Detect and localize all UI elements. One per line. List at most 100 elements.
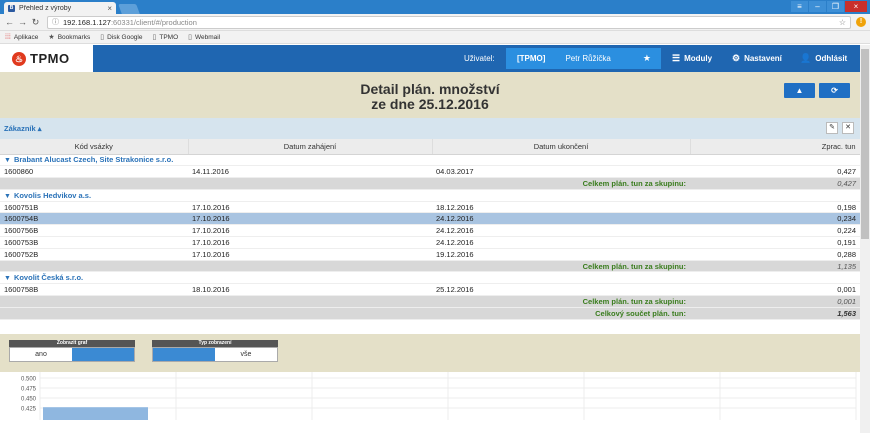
show-chart-control: Zobrazit graf ano [9, 339, 135, 362]
chart-bar[interactable] [43, 406, 148, 420]
bookmark-label: TPMO [159, 33, 179, 41]
page-icon: ▯ [152, 34, 157, 41]
group-row[interactable]: ▼ Kovolit Česká s.r.o. [0, 271, 860, 285]
bookmark-label: Disk Google [107, 33, 143, 41]
y-tick-label: 0.475 [21, 386, 37, 392]
table-row[interactable]: 1600752B 17.10.2016 19.12.2016 0,288 [0, 248, 860, 261]
chart-controls: Zobrazit graf ano Typ zobrazení vše [0, 333, 860, 372]
menu-label: Moduly [684, 54, 713, 63]
logo[interactable]: ♨ TPMO [0, 45, 93, 72]
close-icon: ✕ [845, 124, 851, 131]
column-header-code[interactable]: Kód vsázky [0, 139, 189, 155]
cell-tons: 0,198 [690, 201, 860, 214]
window-close-icon[interactable]: × [845, 1, 867, 12]
group-name: Kovolis Hedvikov a.s. [13, 190, 92, 200]
bookmark-disk-google[interactable]: ▯ Disk Google [100, 33, 143, 42]
column-header-tons[interactable]: Zprac. tun [690, 139, 860, 155]
chevron-down-icon: ▼ [4, 275, 11, 283]
cell-end: 04.03.2017 [432, 165, 690, 179]
window-controls: ≡ – ❐ × [791, 1, 867, 12]
table-row[interactable]: 1600860 14.11.2016 04.03.2017 0,427 [0, 165, 860, 179]
view-type-title: Typ zobrazení [152, 339, 278, 347]
address-bar-row: ← → ↻ ⓘ 192.168.1.127:60331/client/#/pro… [0, 14, 870, 31]
group-name: Kovolit Česká s.r.o. [13, 273, 84, 283]
window-menu-icon[interactable]: ≡ [791, 1, 808, 12]
view-type-option-active[interactable] [153, 347, 215, 361]
url-path: /client/#/production [133, 17, 197, 27]
user-label: Uživatel: [464, 54, 495, 63]
group-row[interactable]: ▼ Kovolis Hedvikov a.s. [0, 189, 860, 202]
page-scrollbar[interactable] [860, 45, 870, 433]
cell-code: 1600756B [0, 224, 188, 238]
cell-end: 24.12.2016 [432, 212, 690, 226]
back-icon[interactable]: ← [4, 17, 15, 27]
url-input[interactable]: ⓘ 192.168.1.127:60331/client/#/productio… [47, 15, 851, 29]
bookmark-aplikace[interactable]: ⁞⁞⁞ Aplikace [5, 34, 38, 41]
show-chart-option-active[interactable] [72, 347, 134, 361]
bookmarks-bar: ⁞⁞⁞ Aplikace ★ Bookmarks ▯ Disk Google ▯ TPM… [0, 31, 870, 44]
extension-icon[interactable]: ! [856, 17, 866, 27]
tab-close-icon[interactable]: × [107, 4, 112, 13]
scrollbar-thumb[interactable] [861, 49, 869, 239]
bookmark-bookmarks[interactable]: ★ Bookmarks [48, 33, 90, 42]
table-header-row: Kód vsázky Datum zahájení Datum ukončení… [0, 139, 860, 155]
show-chart-toggle[interactable]: ano [9, 346, 135, 362]
view-type-toggle[interactable]: vše [152, 346, 278, 362]
table-row[interactable]: 1600753B 17.10.2016 24.12.2016 0,191 [0, 236, 860, 249]
menu-moduly[interactable]: ☰ Moduly [672, 45, 712, 72]
pencil-icon: ✎ [829, 124, 835, 131]
gears-icon: ⚙ [732, 53, 741, 63]
maximize-icon[interactable]: ❐ [827, 1, 844, 12]
subtotal-label: Celkem plán. tun za skupinu: [0, 295, 690, 308]
collapse-button[interactable]: ▲ [784, 83, 815, 98]
new-tab-button[interactable] [118, 4, 140, 14]
group-by-customer[interactable]: Zákazník ▴ [4, 124, 42, 133]
browser-tab[interactable]: B Přehled z výroby × [4, 2, 116, 14]
user-info[interactable]: [TPMO] Petr Růžička ★ [506, 48, 661, 69]
show-chart-option-yes[interactable]: ano [10, 348, 72, 361]
table-row-selected[interactable]: 1600754B 17.10.2016 24.12.2016 0,234 [0, 212, 860, 226]
table-row[interactable]: 1600758B 18.10.2016 25.12.2016 0,001 [0, 283, 860, 297]
table-row[interactable]: 1600756B 17.10.2016 24.12.2016 0,224 [0, 224, 860, 238]
refresh-button[interactable]: ⟳ [819, 83, 850, 98]
column-header-end[interactable]: Datum ukončení [432, 139, 691, 155]
chevron-down-icon: ▼ [4, 157, 11, 165]
cell-end: 24.12.2016 [432, 236, 690, 249]
subtotal-value: 0,001 [690, 295, 860, 308]
chevron-down-icon: ▼ [4, 192, 11, 200]
view-type-control: Typ zobrazení vše [152, 339, 278, 362]
cell-tons: 0,191 [690, 236, 860, 249]
subtotal-row: Celkem plán. tun za skupinu: 0,001 [0, 295, 860, 308]
bookmark-tpmo[interactable]: ▯ TPMO [152, 33, 179, 42]
user-name: Petr Růžička [565, 54, 611, 63]
menu-nastaveni[interactable]: ⚙ Nastavení [732, 45, 782, 72]
reload-icon[interactable]: ↻ [30, 17, 41, 28]
table-row[interactable]: 1600751B 17.10.2016 18.12.2016 0,198 [0, 201, 860, 214]
minimize-icon[interactable]: – [809, 1, 826, 12]
cell-start: 17.10.2016 [188, 236, 432, 249]
favorite-star-icon[interactable]: ★ [643, 53, 651, 64]
forward-icon[interactable]: → [17, 17, 28, 27]
spacer [0, 319, 860, 334]
browser-tabstrip: B Přehled z výroby × ≡ – ❐ × [0, 0, 870, 14]
cell-tons: 0,427 [690, 165, 860, 179]
clear-button[interactable]: ✕ [842, 122, 854, 134]
bookmark-webmail[interactable]: ▯ Webmail [188, 33, 220, 42]
bookmark-star-icon[interactable]: ☆ [839, 18, 846, 27]
refresh-icon: ⟳ [831, 86, 838, 95]
y-tick-label: 0.450 [21, 396, 37, 402]
cell-code: 1600753B [0, 236, 188, 249]
logo-text: TPMO [30, 51, 70, 66]
group-row[interactable]: ▼ Brabant Alucast Czech, Site Strakonice … [0, 154, 860, 167]
y-tick-label: 0.500 [21, 376, 37, 382]
view-type-option-all[interactable]: vše [215, 348, 277, 361]
page-icon: ▯ [100, 34, 105, 41]
column-header-start[interactable]: Datum zahájení [188, 139, 433, 155]
menu-odhlasit[interactable]: 👤 Odhlásit [800, 45, 847, 72]
edit-button[interactable]: ✎ [826, 122, 838, 134]
subtotal-value: 1,135 [690, 260, 860, 273]
total-row: Celkový součet plán. tun: 1,563 [0, 307, 860, 320]
cell-end: 24.12.2016 [432, 224, 690, 238]
url-host: 192.168.1.127 [63, 17, 111, 27]
cell-tons: 0,224 [690, 224, 860, 238]
